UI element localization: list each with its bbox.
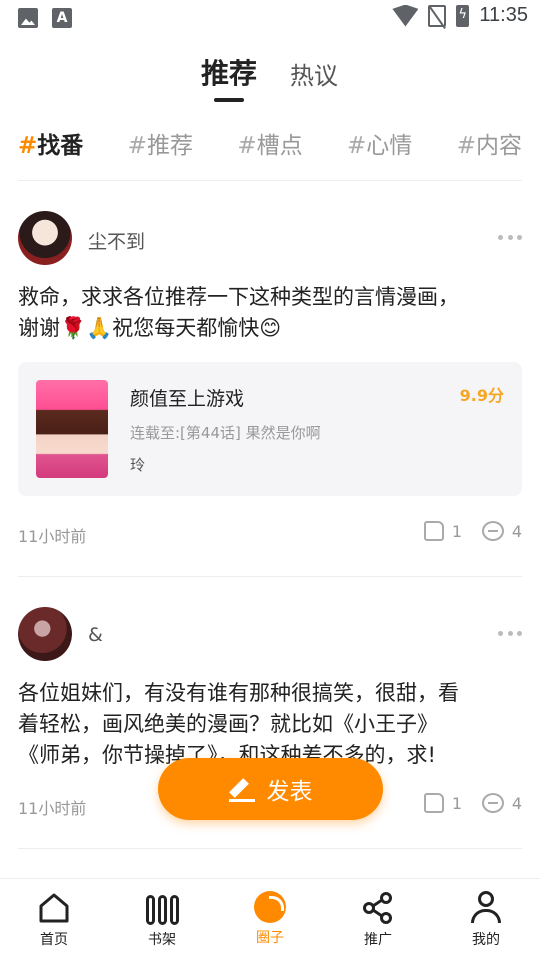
like-button[interactable]: 1 xyxy=(423,793,462,813)
more-options-icon[interactable] xyxy=(498,235,522,241)
book-cover-image xyxy=(36,380,108,478)
wifi-icon xyxy=(392,4,419,27)
bottom-nav: 首页 书架 圈子 推广 我的 xyxy=(0,878,540,960)
hashtag-row: #找番 #推荐 #槽点 #心情 #内容 xyxy=(18,126,522,166)
hashtag-content[interactable]: #内容 xyxy=(457,126,522,166)
status-bar: A 11:35 xyxy=(0,0,540,36)
share-icon xyxy=(361,891,395,925)
tab-hot-discussion[interactable]: 热议 xyxy=(290,56,338,91)
battery-charging-icon xyxy=(456,4,470,27)
status-time: 11:35 xyxy=(479,4,528,26)
username[interactable]: & xyxy=(88,624,103,646)
book-title: 颜值至上游戏 xyxy=(130,388,245,410)
nav-me[interactable]: 我的 xyxy=(432,879,540,960)
hashtag-mood[interactable]: #心情 xyxy=(347,126,412,166)
nav-home[interactable]: 首页 xyxy=(0,879,108,960)
username[interactable]: 尘不到 xyxy=(88,227,145,254)
bookshelf-icon xyxy=(145,891,179,925)
like-button[interactable]: 1 xyxy=(423,521,462,541)
post-time: 11小时前 xyxy=(18,527,87,546)
post-time: 11小时前 xyxy=(18,799,87,818)
thumbs-up-icon xyxy=(423,793,444,813)
more-options-icon[interactable] xyxy=(498,631,522,637)
post-content: 救命，求求各位推荐一下这种类型的言情漫画， 谢谢🌹🙏祝您每天都愉快😊 xyxy=(18,285,459,340)
divider xyxy=(18,180,522,181)
a-icon: A xyxy=(52,8,72,28)
book-score: 9.9分 xyxy=(459,386,504,405)
comment-icon xyxy=(481,793,504,813)
divider xyxy=(18,848,522,849)
post-meta: 11小时前 1 4 xyxy=(18,521,522,546)
nav-promote[interactable]: 推广 xyxy=(324,879,432,960)
publish-button[interactable]: 发表 xyxy=(158,758,383,820)
nav-bookshelf[interactable]: 书架 xyxy=(108,879,216,960)
comment-button[interactable]: 4 xyxy=(481,793,522,813)
comment-button[interactable]: 4 xyxy=(481,521,522,541)
hashtag-find-anime[interactable]: #找番 xyxy=(18,126,83,166)
divider xyxy=(18,576,522,577)
user-icon xyxy=(469,891,503,925)
book-progress: 连载至:[第44话] 果然是你啊 xyxy=(130,424,321,442)
avatar[interactable] xyxy=(18,211,72,265)
home-icon xyxy=(37,891,71,925)
book-card[interactable]: 颜值至上游戏 9.9分 连载至:[第44话] 果然是你啊 玲 xyxy=(18,362,522,496)
circle-icon xyxy=(254,891,286,923)
nav-circle[interactable]: 圈子 xyxy=(216,879,324,960)
book-author: 玲 xyxy=(130,456,146,474)
top-tabs: 推荐 热议 xyxy=(0,50,540,110)
pen-icon xyxy=(228,776,255,802)
hashtag-complaints[interactable]: #槽点 xyxy=(237,126,302,166)
avatar[interactable] xyxy=(18,607,72,661)
no-sim-icon xyxy=(428,4,447,27)
comment-icon xyxy=(481,521,504,541)
image-icon xyxy=(18,8,38,28)
hashtag-recommend[interactable]: #推荐 xyxy=(128,126,193,166)
active-tab-indicator xyxy=(214,98,244,102)
tab-recommend[interactable]: 推荐 xyxy=(201,52,257,92)
publish-label: 发表 xyxy=(266,779,313,805)
thumbs-up-icon xyxy=(423,521,444,541)
